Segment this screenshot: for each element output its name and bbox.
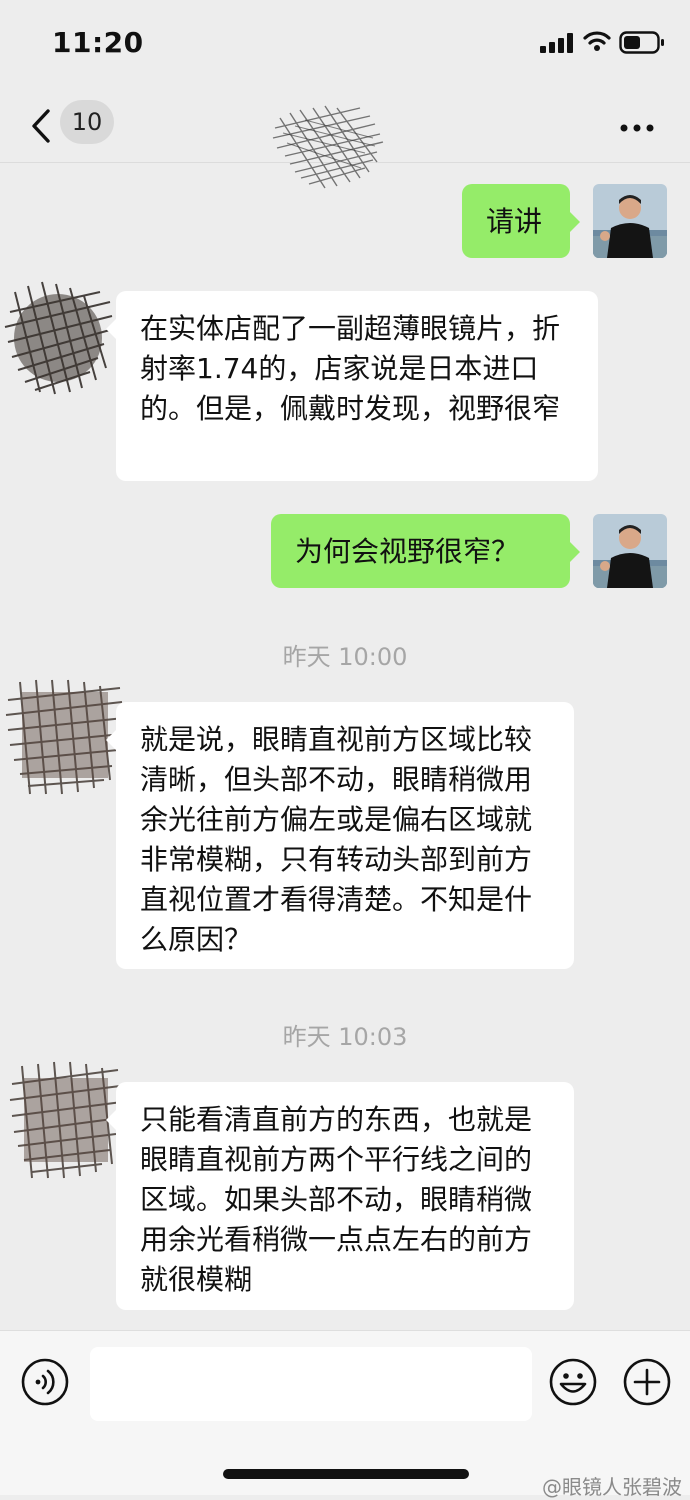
cellular-signal-icon (540, 33, 573, 53)
unread-count-badge[interactable]: 10 (60, 100, 114, 144)
person-photo-icon (593, 184, 667, 258)
status-bar: 11:20 (0, 0, 690, 90)
person-photo-icon (593, 514, 667, 588)
message-timestamp: 昨天 10:00 (282, 643, 408, 671)
more-options-icon[interactable] (620, 118, 654, 137)
status-time: 11:20 (52, 26, 144, 59)
message-bubble-sent[interactable]: 为何会视野很窄？ (271, 514, 580, 588)
chat-header: 10 (0, 90, 690, 189)
message-composer: @眼镜人张碧波 (0, 1330, 690, 1499)
message-bubble-sent[interactable]: 请讲 (462, 184, 580, 258)
emoji-icon[interactable] (548, 1357, 598, 1407)
my-avatar[interactable] (593, 514, 667, 588)
message-bubble-received[interactable]: 只能看清直前方的东西，也就是眼睛直视前方两个平行线之间的区域。如果头部不动，眼睛… (106, 1082, 574, 1310)
voice-input-icon[interactable] (20, 1357, 70, 1407)
add-attachment-icon[interactable] (622, 1357, 672, 1407)
message-bubble-received[interactable]: 就是说，眼睛直视前方区域比较清晰，但头部不动，眼睛稍微用余光往前方偏左或是偏右区… (106, 702, 574, 969)
battery-icon (619, 31, 664, 54)
home-indicator[interactable] (223, 1469, 469, 1479)
weibo-watermark: @眼镜人张碧波 (542, 1475, 682, 1499)
my-avatar[interactable] (593, 184, 667, 258)
message-timestamp: 昨天 10:03 (282, 1023, 408, 1051)
message-input[interactable] (90, 1347, 532, 1421)
back-chevron-icon[interactable] (26, 108, 56, 144)
contact-avatar-redacted[interactable] (0, 272, 118, 400)
wifi-icon (583, 31, 611, 51)
message-bubble-received[interactable]: 在实体店配了一副超薄眼镜片，折射率1.74的，店家说是日本进口的。但是，佩戴时发… (106, 291, 598, 481)
chat-title-redaction-scribble (272, 105, 384, 189)
